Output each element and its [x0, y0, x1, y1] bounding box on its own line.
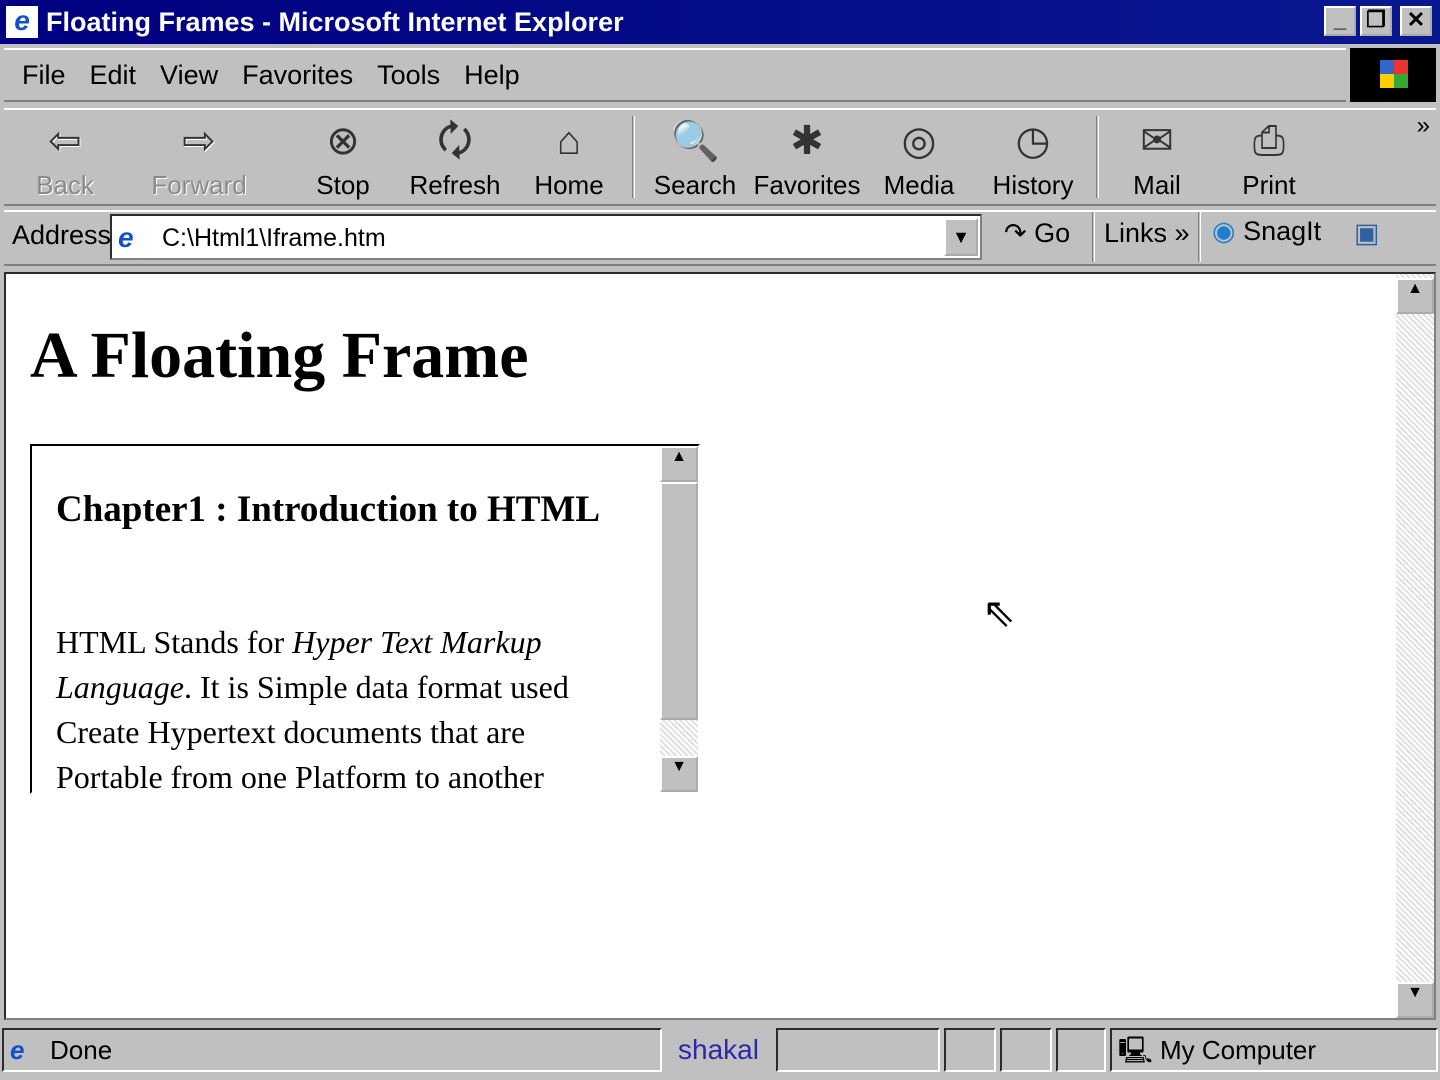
status-pane [944, 1028, 996, 1072]
page-content: A Floating Frame Chapter1 : Introduction… [4, 272, 1436, 1020]
toolbar-label: Refresh [409, 170, 501, 200]
address-dropdown-button[interactable]: ▼ [944, 218, 978, 256]
frame-scroll-thumb[interactable] [660, 482, 698, 720]
toolbar-separator [1096, 116, 1099, 198]
status-pane [1056, 1028, 1106, 1072]
go-icon: ↷ [1004, 218, 1027, 248]
toolbar-label: Forward [151, 170, 247, 200]
menu-bar: File Edit View Favorites Tools Help [4, 48, 1346, 102]
toolbar-search-button[interactable]: 🔍 Search [640, 110, 750, 204]
window-title: Floating Frames - Microsoft Internet Exp… [46, 7, 624, 37]
floating-frame: Chapter1 : Introduction to HTML HTML Sta… [30, 444, 700, 794]
media-icon: ◎ [901, 119, 937, 163]
menu-view[interactable]: View [160, 60, 218, 91]
search-icon: 🔍 [670, 119, 720, 163]
ie-icon: e [6, 6, 38, 38]
address-bar: Address e C:\Html1\Iframe.htm ▼ ↷ Go Lin… [4, 210, 1436, 266]
page-icon: e [118, 222, 134, 253]
toolbar-mail-button[interactable]: ✉ Mail [1102, 110, 1212, 204]
zone-pane: 🖳 My Computer [1110, 1028, 1438, 1072]
toolbar-forward-button[interactable]: ⇨ Forward [144, 110, 254, 204]
toolbar-separator [632, 116, 635, 198]
menu-favorites[interactable]: Favorites [242, 60, 353, 91]
print-icon: ⎙ [1253, 119, 1285, 163]
page-scrollbar[interactable]: ▲ ▼ [1396, 274, 1434, 1018]
page-scroll-down[interactable]: ▼ [1396, 982, 1434, 1018]
toolbar-print-button[interactable]: ⎙ Print [1214, 110, 1324, 204]
toolbar-media-button[interactable]: ◎ Media [864, 110, 974, 204]
go-label: Go [1034, 218, 1071, 248]
progress-pane [776, 1028, 940, 1072]
stop-icon: ⊗ [326, 119, 360, 163]
toolbar-label: Stop [316, 170, 370, 200]
title-bar: e Floating Frames - Microsoft Internet E… [0, 0, 1440, 44]
toolbar-home-button[interactable]: ⌂ Home [514, 110, 624, 204]
toolbar-label: Favorites [753, 170, 861, 200]
go-button[interactable]: ↷ Go [1004, 218, 1070, 249]
menu-help[interactable]: Help [464, 60, 520, 91]
home-icon: ⌂ [556, 119, 582, 163]
back-icon: ⇦ [48, 119, 82, 163]
my-computer-icon: 🖳 [1118, 1035, 1153, 1065]
snagit-label: SnagIt [1243, 216, 1322, 246]
snagit-window-icon[interactable]: ▣ [1354, 218, 1380, 249]
snagit-button[interactable]: ◉ SnagIt [1212, 216, 1321, 247]
page-icon: e [10, 1035, 25, 1065]
status-text: Done [50, 1035, 113, 1065]
address-value: C:\Html1\Iframe.htm [162, 224, 386, 252]
zone-text: My Computer [1160, 1035, 1317, 1065]
chapter-paragraph: HTML Stands for Hyper Text Markup Langua… [56, 624, 569, 794]
menu-edit[interactable]: Edit [90, 60, 137, 91]
forward-icon: ⇨ [182, 119, 216, 163]
windows-logo [1350, 48, 1436, 102]
snagit-icon: ◉ [1212, 216, 1236, 246]
toolbar-favorites-button[interactable]: ✱ Favorites [752, 110, 862, 204]
address-input[interactable]: e C:\Html1\Iframe.htm ▼ [110, 214, 982, 260]
close-button[interactable]: ✕ [1400, 6, 1432, 36]
toolbar-refresh-button[interactable]: 🗘 Refresh [400, 110, 510, 204]
links-button[interactable]: Links » [1104, 218, 1190, 249]
address-label: Address [12, 220, 112, 250]
status-bar: e Done shakal 🖳 My Computer [0, 1024, 1440, 1080]
mouse-cursor-icon: ⇖ [982, 591, 1016, 635]
toolbar: ⇦ Back ⇨ Forward ⊗ Stop 🗘 Refresh ⌂ Home 🔍 Search ✱ F… [4, 108, 1436, 206]
toolbar-label: History [992, 170, 1074, 200]
toolbar-label: Search [653, 170, 737, 200]
page-heading: A Floating Frame [30, 319, 529, 392]
toolbar-more-button[interactable]: » [1417, 112, 1430, 140]
refresh-icon: 🗘 [437, 119, 473, 163]
chapter-heading: Chapter1 : Introduction to HTML [56, 489, 601, 530]
status-pane [1000, 1028, 1052, 1072]
minimize-button[interactable]: _ [1324, 6, 1356, 36]
favorites-icon: ✱ [790, 119, 824, 163]
toolbar-history-button[interactable]: ◷ History [978, 110, 1088, 204]
toolbar-back-button[interactable]: ⇦ Back [10, 110, 120, 204]
toolbar-stop-button[interactable]: ⊗ Stop [288, 110, 398, 204]
page-scroll-up[interactable]: ▲ [1396, 278, 1434, 314]
frame-scroll-up[interactable]: ▲ [660, 446, 698, 482]
links-label: Links [1104, 218, 1168, 248]
toolbar-label: Back [36, 170, 94, 200]
watermark-text: shakal [678, 1034, 759, 1065]
toolbar-label: Media [883, 170, 955, 200]
toolbar-label: Print [1242, 170, 1296, 200]
toolbar-label: Home [534, 170, 604, 200]
restore-button[interactable]: ❐ [1360, 6, 1392, 36]
status-text-pane: e Done [2, 1028, 662, 1072]
menu-file[interactable]: File [22, 60, 66, 91]
menu-tools[interactable]: Tools [377, 60, 440, 91]
toolbar-label: Mail [1133, 170, 1181, 200]
history-icon: ◷ [1015, 119, 1051, 163]
mail-icon: ✉ [1140, 119, 1174, 163]
frame-scroll-down[interactable]: ▼ [660, 756, 698, 792]
frame-scrollbar[interactable]: ▲ ▼ [660, 446, 698, 792]
